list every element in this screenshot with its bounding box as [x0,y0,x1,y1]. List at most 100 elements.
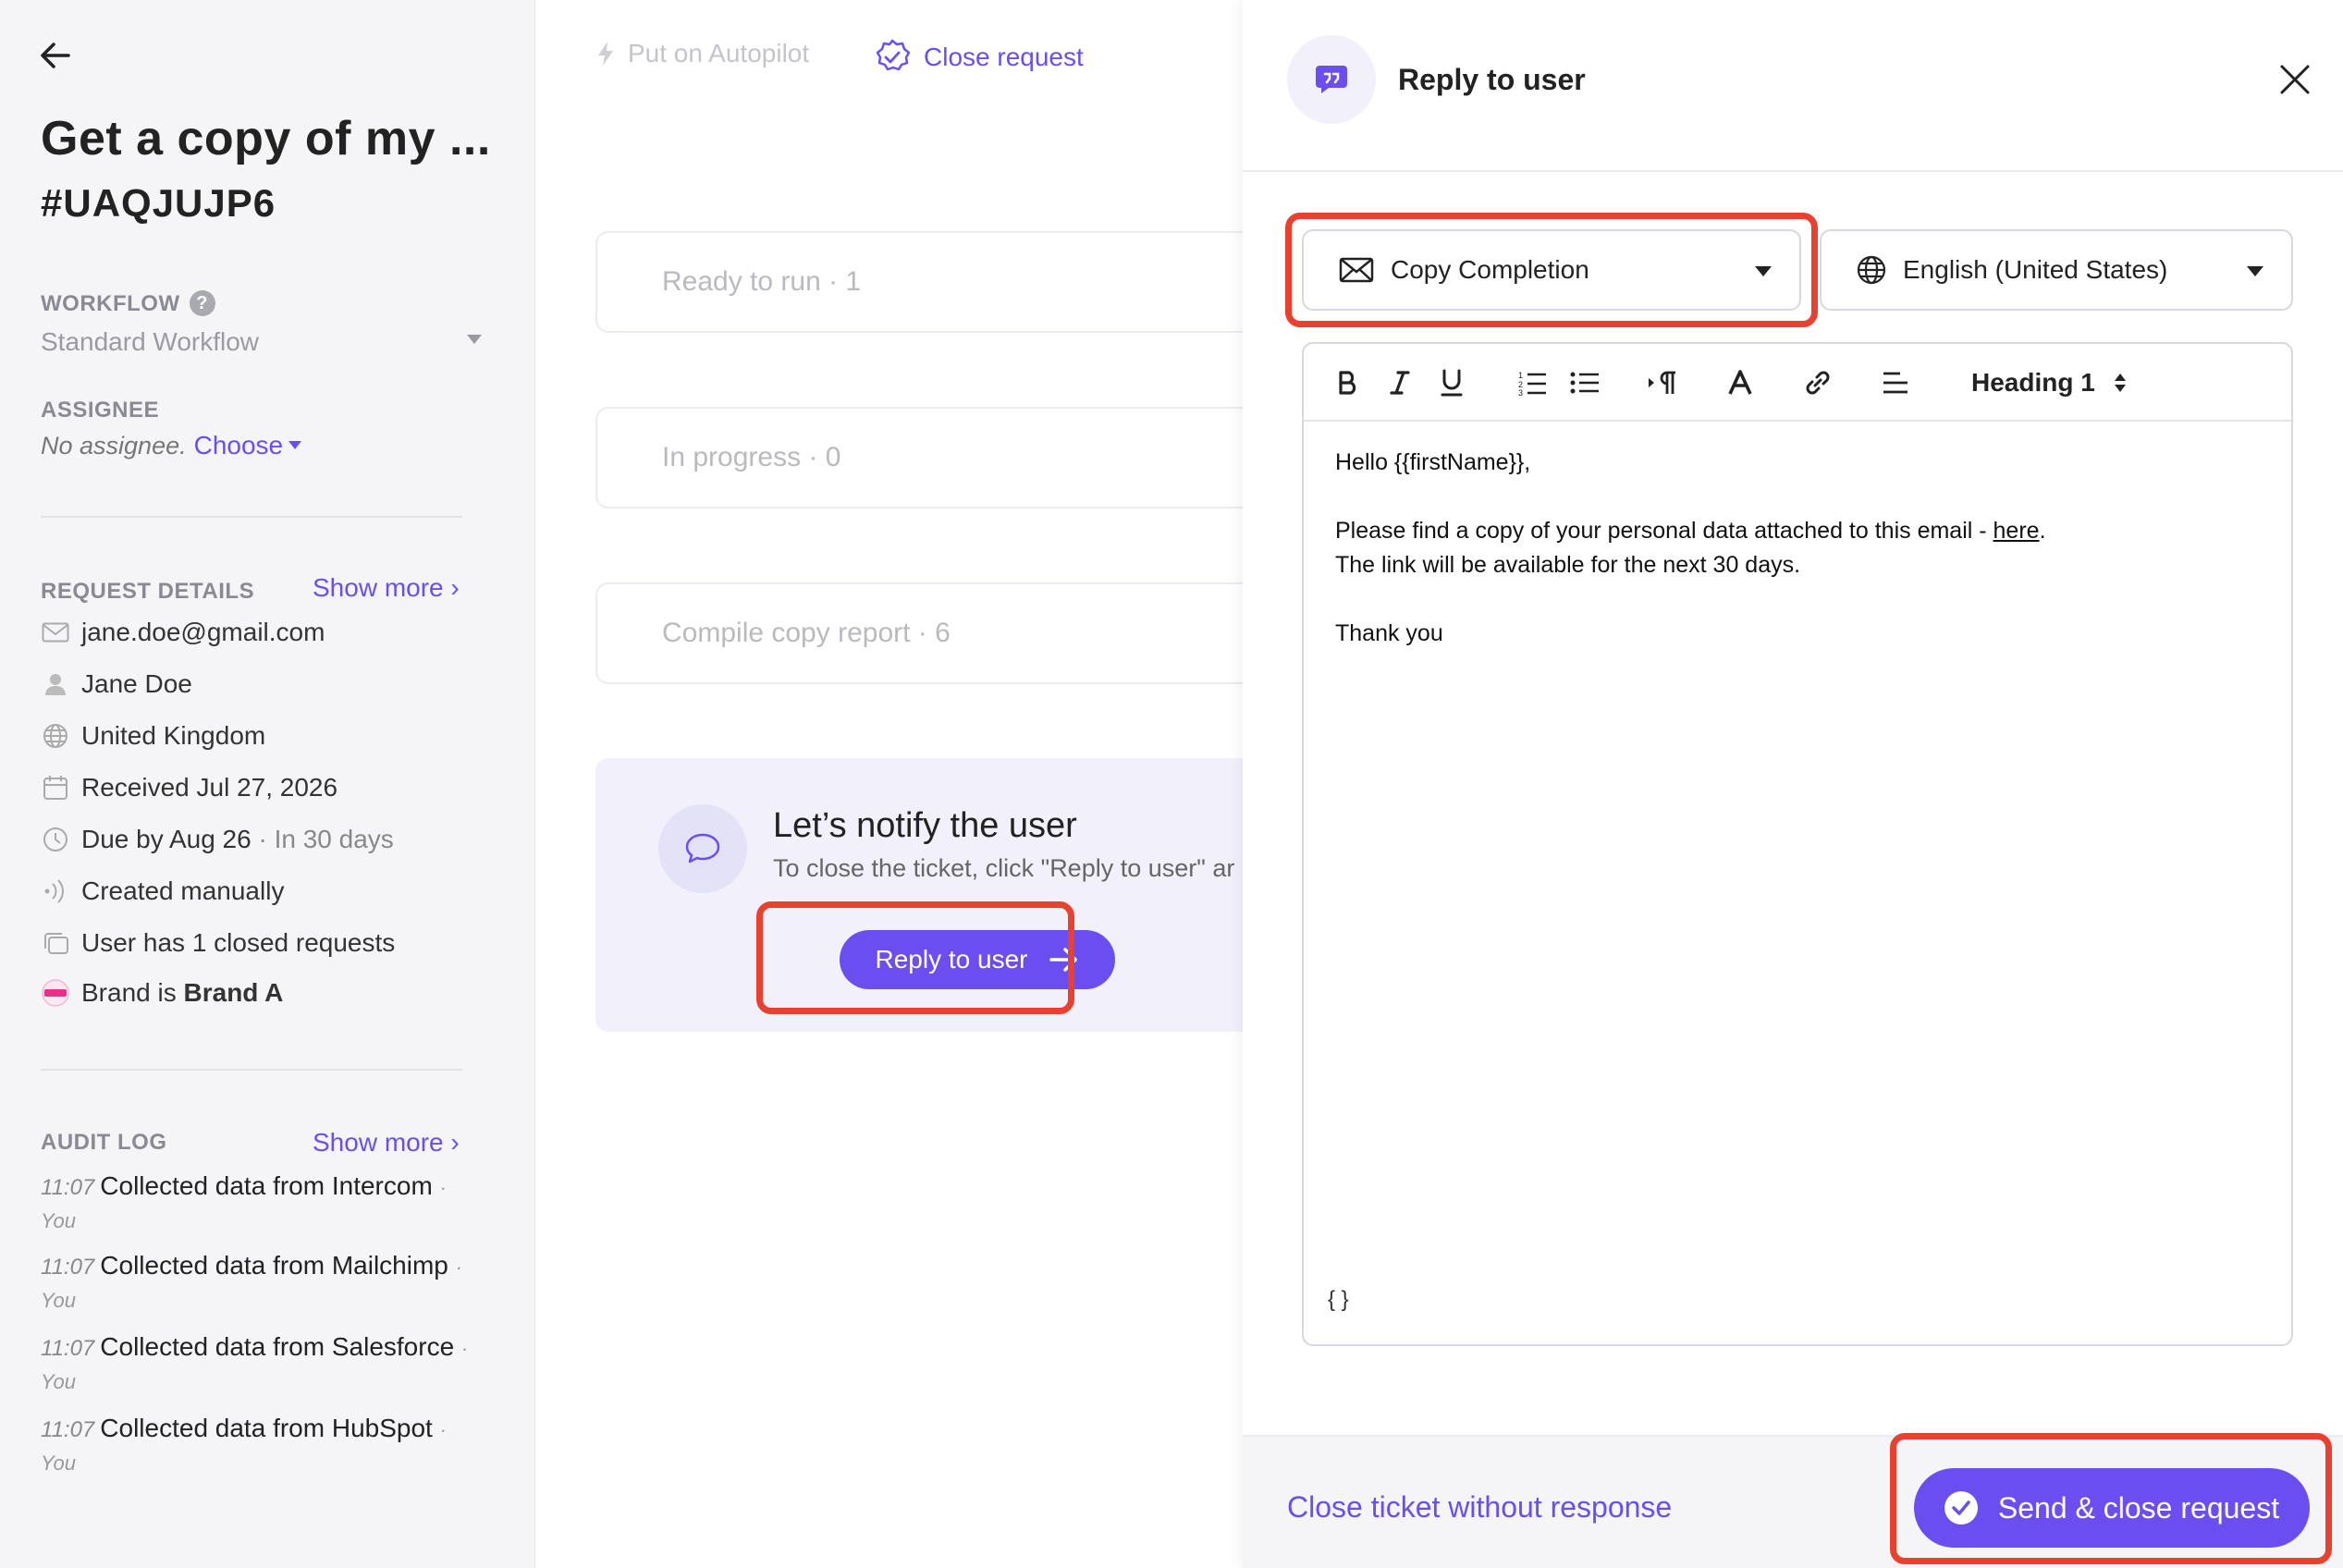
sort-icon [2114,372,2127,394]
audit-time: 11:07 [41,1255,95,1280]
close-request-label: Close request [924,43,1084,71]
close-icon[interactable] [2275,59,2315,100]
detail-brand-prefix: Brand is [81,978,177,1007]
user-icon [41,669,70,699]
audit-time: 11:07 [41,1417,95,1442]
detail-due: Due by Aug 26 · In 30 days [41,825,394,854]
workflow-select[interactable]: Standard Workflow [41,327,259,357]
stage-label: In progress · 0 [662,442,841,472]
detail-country-text: United Kingdom [81,721,266,750]
notify-title: Let’s notify the user [773,806,1077,845]
stack-icon [41,928,70,958]
detail-email-text: jane.doe@gmail.com [81,618,325,646]
highlight-box [1285,213,1818,327]
paragraph-icon[interactable] [1644,364,1681,401]
mail-icon [41,618,70,647]
autopilot-button[interactable]: Put on Autopilot [596,39,809,68]
audit-time: 11:07 [41,1175,95,1200]
request-details-show-more[interactable]: Show more › [313,573,460,603]
request-details-label: REQUEST DETAILS [41,579,255,604]
bold-icon[interactable] [1331,364,1365,401]
audit-log-show-more[interactable]: Show more › [313,1128,460,1158]
detail-due-relative: · In 30 days [258,825,394,853]
audit-text: Collected data from Salesforce [100,1332,455,1361]
stage-label: Ready to run · 1 [662,266,862,297]
detail-closed-requests-text: User has 1 closed requests [81,928,396,957]
close-without-response-link[interactable]: Close ticket without response [1287,1490,1672,1525]
message-signoff: Thank you [1335,620,1443,646]
text-color-icon[interactable] [1722,364,1759,401]
panel-header: Reply to user [1243,0,2343,172]
detail-created: Created manually [41,876,284,906]
close-request-button[interactable]: Close request [874,39,1084,76]
audit-text: Collected data from Intercom [100,1171,433,1200]
audit-log-label: AUDIT LOG [41,1130,167,1155]
help-icon[interactable]: ? [189,290,215,316]
chevron-down-icon[interactable] [288,441,302,449]
workflow-label: WORKFLOW? [41,290,215,317]
editor-toolbar: 123 Heading 1 [1304,344,2291,422]
message-link[interactable]: here [1993,518,2040,544]
globe-icon [41,721,70,751]
panel-title: Reply to user [1398,63,1586,96]
message-line-text: Please find a copy of your personal data… [1335,518,1993,544]
audit-entry: 11:07 Collected data from HubSpot · You [41,1413,475,1479]
detail-created-text: Created manually [81,876,285,905]
detail-brand-name: Brand A [183,978,284,1007]
message-editor[interactable]: 123 Heading 1 Hello {{firstName}}, Pleas… [1302,342,2293,1346]
audit-entry: 11:07 Collected data from Mailchimp · You [41,1250,475,1317]
audit-text: Collected data from HubSpot [100,1414,433,1442]
bullet-list-icon[interactable] [1566,364,1603,401]
sidebar: Get a copy of my ... #UAQJUJP6 WORKFLOW?… [0,0,535,1568]
ordered-list-icon[interactable]: 123 [1515,364,1552,401]
detail-name: Jane Doe [41,669,192,699]
audit-entry: 11:07 Collected data from Salesforce · Yo… [41,1331,475,1398]
stage-card[interactable]: Compile copy report · 6 [595,582,1261,684]
quote-bubble-icon [1287,35,1376,124]
language-select[interactable]: English (United States) [1820,229,2293,311]
message-line: The link will be available for the next … [1335,552,1801,578]
clock-icon [41,825,70,854]
heading-select[interactable]: Heading 1 [1971,364,2127,401]
detail-email: jane.doe@gmail.com [41,618,325,647]
signal-icon [41,876,70,906]
ticket-id: #UAQJUJP6 [41,181,276,225]
autopilot-label: Put on Autopilot [628,39,810,67]
chevron-down-icon [2247,266,2263,276]
chat-bubble-icon [658,804,747,893]
editor-body[interactable]: Hello {{firstName}}, Please find a copy … [1335,446,2046,651]
assignee-none: No assignee. [41,432,187,459]
detail-due-text: Due by Aug 26 [81,825,251,853]
detail-received-text: Received Jul 27, 2026 [81,773,338,802]
message-line-end: . [2039,518,2046,544]
highlight-box [1890,1433,2332,1564]
align-icon[interactable] [1877,364,1914,401]
italic-icon[interactable] [1383,364,1417,401]
detail-received: Received Jul 27, 2026 [41,773,337,802]
notify-subtitle: To close the ticket, click "Reply to use… [773,854,1235,882]
back-arrow-icon[interactable] [37,37,74,74]
request-title: Get a copy of my ... [41,112,491,165]
highlight-box [756,901,1074,1014]
link-icon[interactable] [1799,364,1836,401]
divider [41,1069,462,1071]
assignee-value: No assignee. Choose [41,431,302,460]
underline-icon[interactable] [1435,364,1468,401]
brand-icon [41,978,70,1008]
assignee-choose-link[interactable]: Choose [194,431,284,459]
bolt-icon [596,41,615,67]
detail-closed-requests: User has 1 closed requests [41,928,395,958]
detail-brand: Brand is Brand A [41,978,283,1008]
divider [41,516,462,518]
heading-value: Heading 1 [1971,368,2095,397]
stage-card[interactable]: Ready to run · 1 [595,231,1261,333]
globe-icon [1857,255,1886,285]
variables-button[interactable]: { } [1328,1287,1349,1313]
workflow-label-text: WORKFLOW [41,291,180,316]
svg-text:3: 3 [1518,388,1523,396]
language-value: English (United States) [1903,255,2168,284]
stage-card[interactable]: In progress · 0 [595,407,1261,508]
audit-entry: 11:07 Collected data from Intercom · You [41,1170,475,1237]
chevron-down-icon[interactable] [467,335,482,344]
message-line: Please find a copy of your personal data… [1335,514,2046,548]
